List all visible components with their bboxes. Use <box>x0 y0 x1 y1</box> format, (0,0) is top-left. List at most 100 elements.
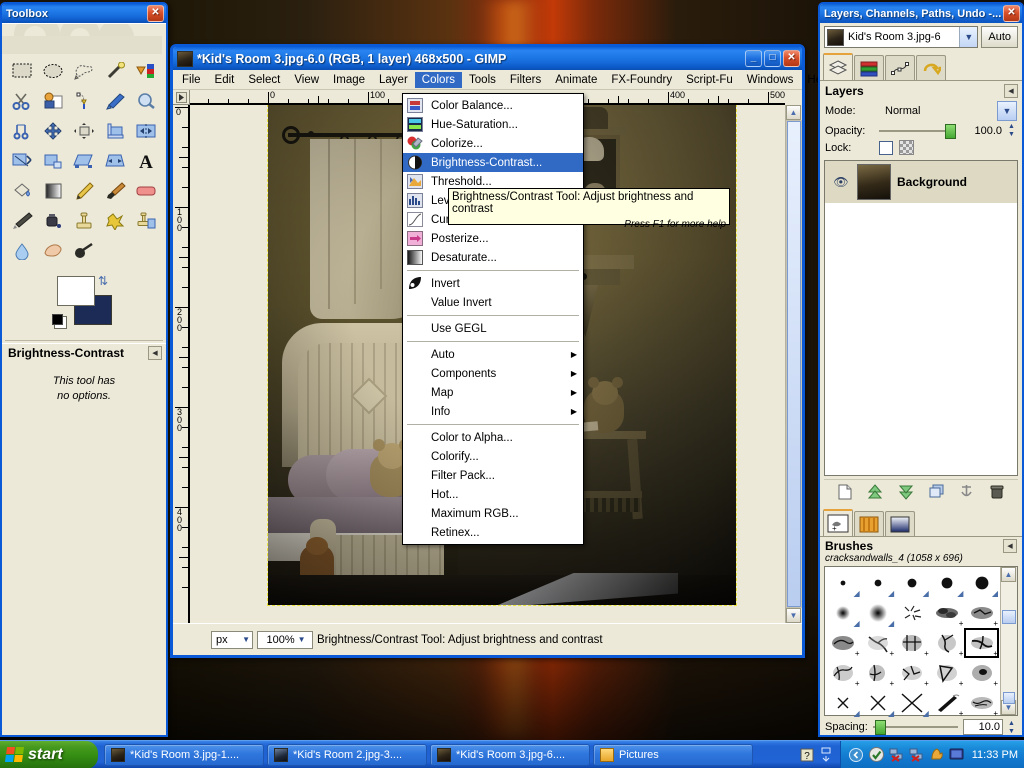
brush-cell[interactable]: + <box>964 658 999 688</box>
menu-item-map[interactable]: Map ▶ <box>403 383 583 402</box>
gimp-titlebar[interactable]: *Kid's Room 3.jpg-6.0 (RGB, 1 layer) 468… <box>173 47 802 70</box>
brush-cell[interactable]: + <box>895 628 930 658</box>
foreground-select-tool[interactable] <box>37 86 68 116</box>
brushes-grid[interactable]: ◢ ◢ ◢ ◢ ◢ ◢ ◢ + + + + + + + + + + + + ◢ … <box>825 567 1000 718</box>
rect-select-tool[interactable] <box>6 56 37 86</box>
paintbrush-tool[interactable] <box>100 176 131 206</box>
ink-tool[interactable] <box>37 206 68 236</box>
flip-tool[interactable] <box>131 116 162 146</box>
menu-item-color-to-alpha[interactable]: Color to Alpha... <box>403 428 583 447</box>
brush-cell[interactable]: + <box>930 628 965 658</box>
menu-item-components[interactable]: Components ▶ <box>403 364 583 383</box>
dodge-burn-tool[interactable] <box>68 236 99 266</box>
brushes-scroll-trough[interactable] <box>1001 582 1017 704</box>
menu-item-desaturate[interactable]: Desaturate... <box>403 248 583 267</box>
brush-cell[interactable]: + <box>826 658 861 688</box>
menu-view[interactable]: View <box>287 72 326 88</box>
lower-layer-button[interactable] <box>897 483 915 501</box>
brushes-scroll-thumb[interactable] <box>1002 610 1016 624</box>
brushes-scroll-handle[interactable] <box>1003 692 1015 704</box>
menu-item-auto[interactable]: Auto ▶ <box>403 345 583 364</box>
menu-item-info[interactable]: Info ▶ <box>403 402 583 421</box>
menu-layer[interactable]: Layer <box>372 72 415 88</box>
swap-colors-icon[interactable]: ⇅ <box>98 274 108 288</box>
fuzzy-select-tool[interactable] <box>100 56 131 86</box>
colors-menu-dropdown[interactable]: Color Balance... Hue-Saturation... Color… <box>402 93 584 545</box>
tool-options-menu-icon[interactable]: ◀ <box>148 346 162 360</box>
anchor-layer-button[interactable] <box>957 483 975 501</box>
vertical-ruler[interactable]: 0 100 200 300 400 <box>173 105 190 623</box>
tray-expand-chevron-icon[interactable] <box>849 747 864 762</box>
menu-item-use-gegl[interactable]: Use GEGL <box>403 319 583 338</box>
menu-item-hue-saturation[interactable]: Hue-Saturation... <box>403 115 583 134</box>
zoom-selector[interactable]: 100% ▼ <box>257 630 313 649</box>
brush-cell[interactable]: ◢ <box>826 598 861 628</box>
menu-item-hot[interactable]: Hot... <box>403 485 583 504</box>
brush-cell[interactable]: ◢ <box>861 598 896 628</box>
menu-animate[interactable]: Animate <box>548 72 604 88</box>
color-picker-tool[interactable] <box>100 86 131 116</box>
brush-cell[interactable]: + <box>895 658 930 688</box>
brush-cell[interactable]: + <box>964 598 999 628</box>
brush-cell[interactable]: + <box>826 628 861 658</box>
brush-cell[interactable]: ◢ <box>826 568 861 598</box>
brush-cell[interactable]: ◢ <box>895 688 930 718</box>
menu-edit[interactable]: Edit <box>208 72 242 88</box>
opacity-stepper[interactable]: ▲ ▼ <box>1008 123 1017 138</box>
measure-tool[interactable] <box>6 116 37 146</box>
menu-colors[interactable]: Colors <box>414 71 463 88</box>
menu-item-posterize[interactable]: Posterize... <box>403 229 583 248</box>
brush-cell[interactable] <box>895 598 930 628</box>
brushes-panel-menu-icon[interactable]: ◀ <box>1003 539 1017 553</box>
vertical-scroll-trough[interactable] <box>786 120 802 608</box>
brushes-scroll-up-button[interactable]: ▲ <box>1001 567 1016 582</box>
brush-cell[interactable]: + <box>861 658 896 688</box>
menu-item-colorify[interactable]: Colorify... <box>403 447 583 466</box>
menu-item-brightness-contrast[interactable]: Brightness-Contrast... <box>403 153 583 172</box>
brushes-tab[interactable]: + <box>823 509 853 536</box>
crop-tool[interactable] <box>100 116 131 146</box>
rotate-tool[interactable] <box>6 146 37 176</box>
brush-cell[interactable]: ◢ <box>826 688 861 718</box>
auto-follow-button[interactable]: Auto <box>981 26 1018 48</box>
delete-layer-button[interactable] <box>988 483 1006 501</box>
blur-sharpen-tool[interactable] <box>6 236 37 266</box>
menu-filters[interactable]: Filters <box>503 72 548 88</box>
toolbox-close-icon[interactable]: ✕ <box>147 5 164 22</box>
text-tool[interactable]: A <box>131 146 162 176</box>
show-desktop-icon[interactable] <box>819 747 834 762</box>
vertical-scroll-thumb[interactable] <box>787 121 801 607</box>
image-selector-combo[interactable]: Kid's Room 3.jpg-6 ▼ <box>824 26 979 48</box>
dock-close-button[interactable]: ✕ <box>1003 5 1020 22</box>
menu-tools[interactable]: Tools <box>462 72 503 88</box>
new-layer-button[interactable] <box>836 483 854 501</box>
warning-icon[interactable] <box>929 747 944 762</box>
menu-file[interactable]: File <box>175 72 208 88</box>
menu-item-colorize[interactable]: Colorize... <box>403 134 583 153</box>
brush-cell[interactable]: + <box>861 628 896 658</box>
brushes-scrollbar[interactable]: ▲ ▼ <box>1000 567 1017 715</box>
menu-select[interactable]: Select <box>241 72 287 88</box>
unit-selector[interactable]: px ▼ <box>211 630 253 649</box>
patterns-tab[interactable] <box>854 511 884 536</box>
menu-image[interactable]: Image <box>326 72 372 88</box>
network-error-2-icon[interactable] <box>909 747 924 762</box>
layers-tab[interactable] <box>823 53 853 80</box>
zoom-tool[interactable] <box>131 86 162 116</box>
opacity-slider[interactable] <box>879 123 956 139</box>
opacity-knob[interactable] <box>945 123 956 139</box>
monitor-icon[interactable] <box>949 747 964 762</box>
free-select-tool[interactable] <box>68 56 99 86</box>
alignment-tool[interactable] <box>68 116 99 146</box>
move-tool[interactable] <box>37 116 68 146</box>
toolbox-titlebar[interactable]: Toolbox ✕ <box>2 4 166 23</box>
taskbar-item-kids-room-2-3[interactable]: *Kid's Room 2.jpg-3.... <box>267 743 427 766</box>
pencil-tool[interactable] <box>68 176 99 206</box>
brush-cell-selected[interactable]: + <box>964 628 999 658</box>
opacity-value[interactable]: 100.0 <box>962 125 1002 137</box>
scale-tool[interactable] <box>37 146 68 176</box>
paths-tool[interactable] <box>68 86 99 116</box>
gimp-close-button[interactable]: ✕ <box>783 50 800 67</box>
spacing-value[interactable]: 10.0 <box>963 719 1003 735</box>
gimp-maximize-button[interactable]: □ <box>764 50 781 67</box>
